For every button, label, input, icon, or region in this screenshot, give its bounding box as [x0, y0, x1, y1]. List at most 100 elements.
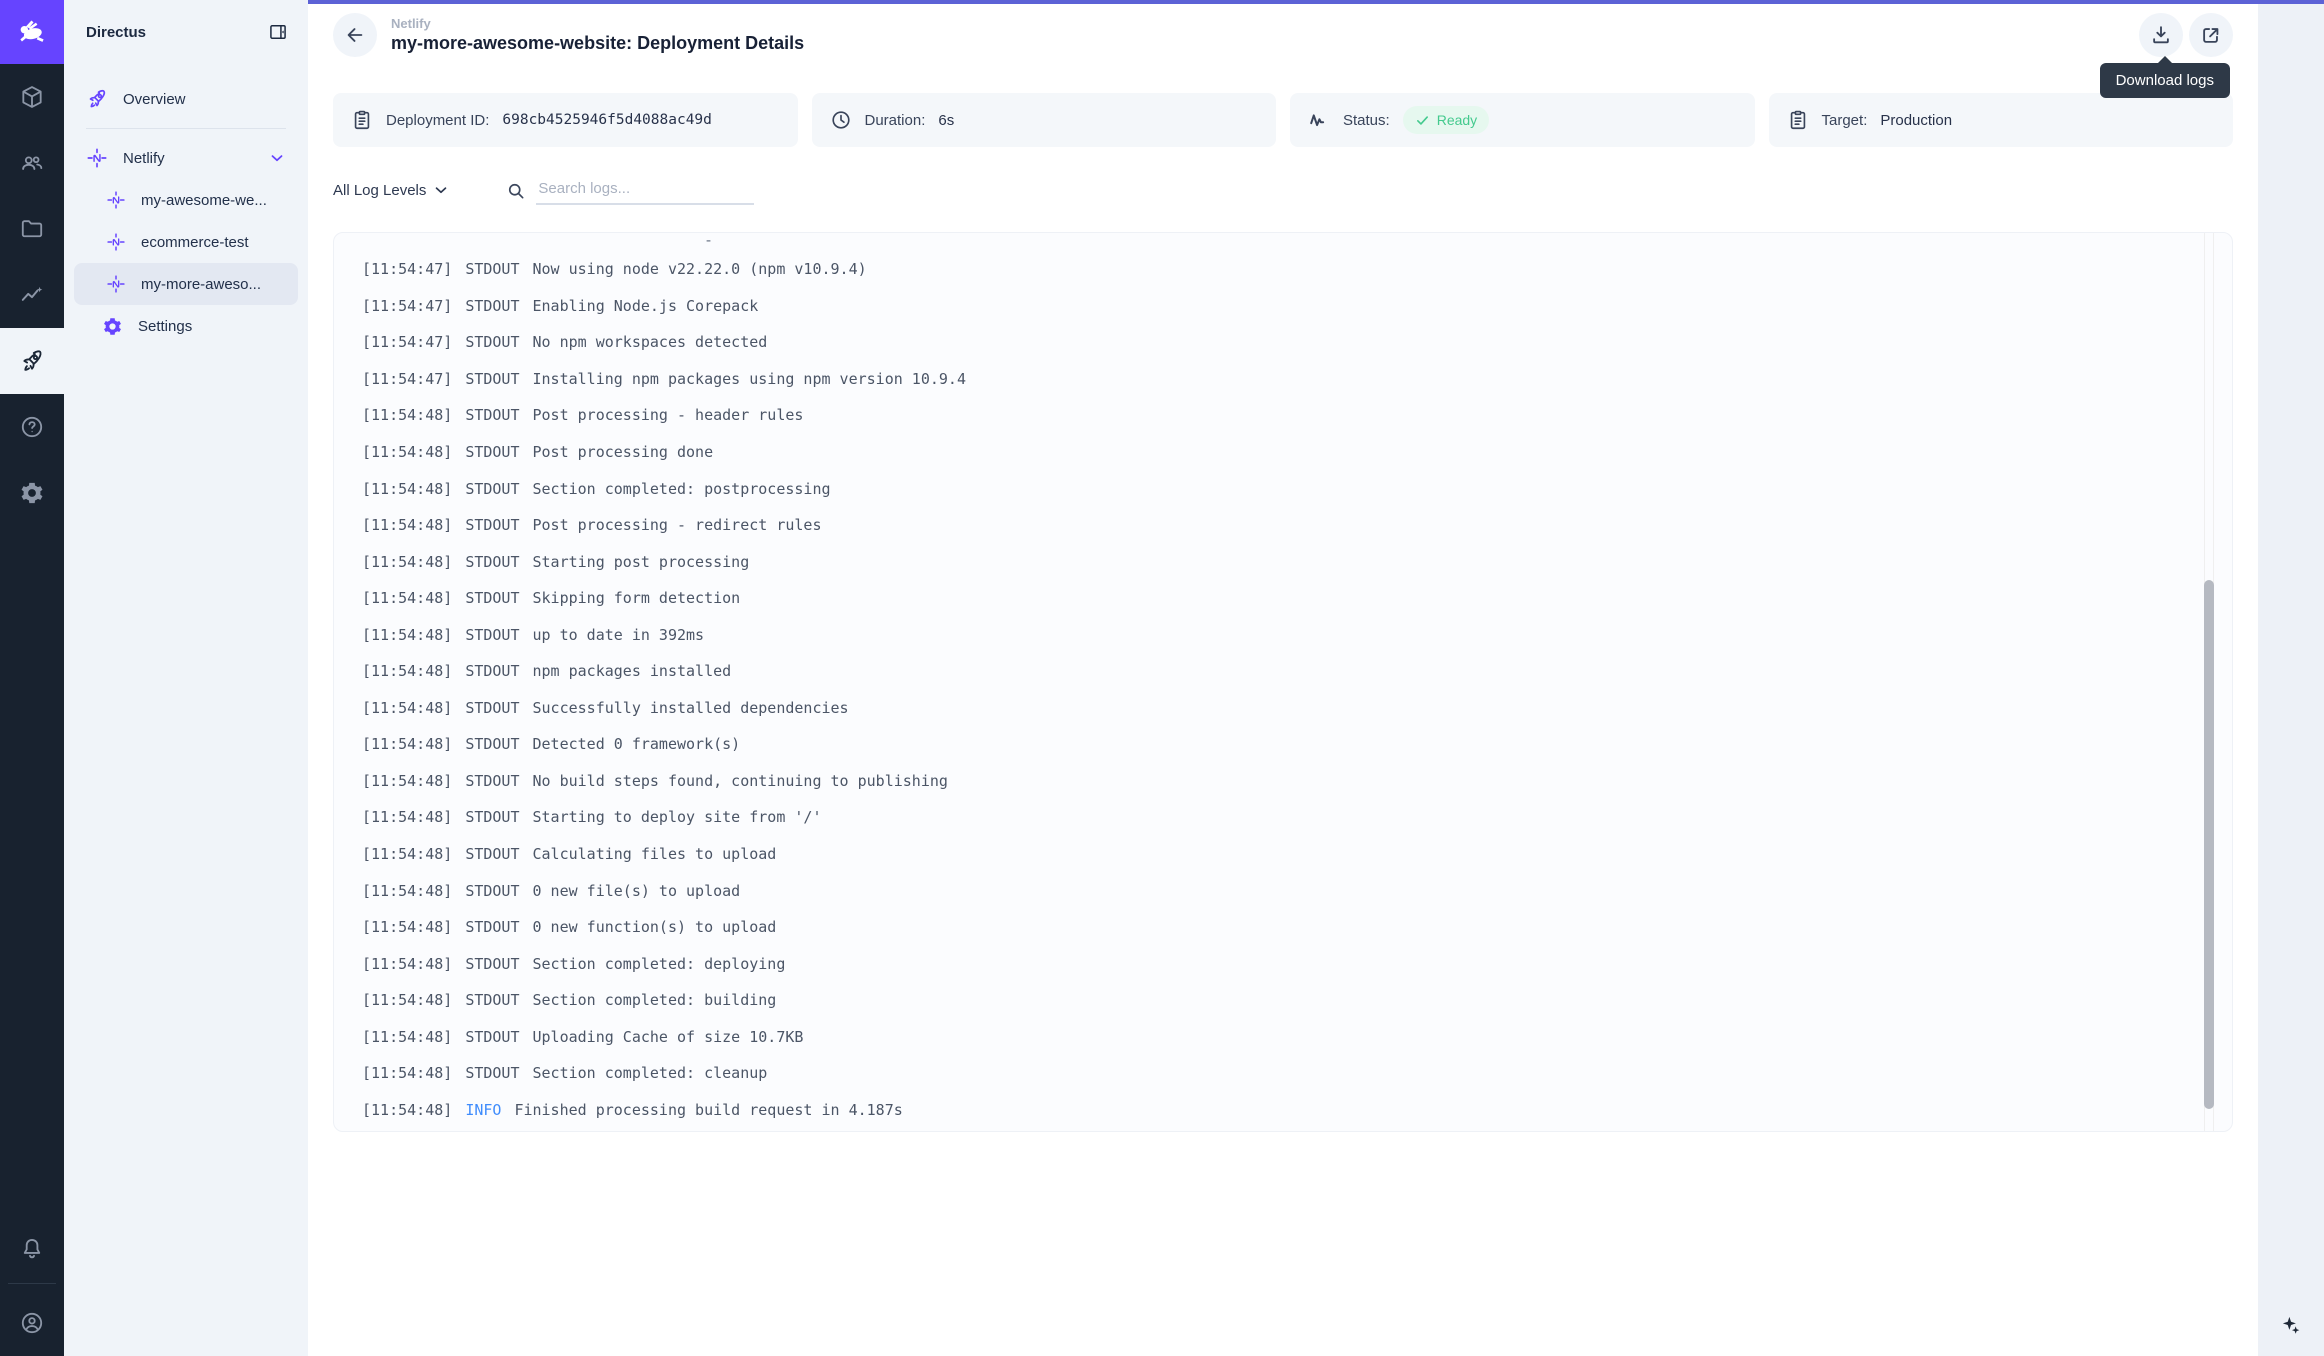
- log-timestamp: [11:54:47]: [362, 260, 452, 278]
- ai-assistant-button[interactable]: [2278, 1312, 2304, 1338]
- deployment-id-value: 698cb4525946f5d4088ac49d: [502, 112, 712, 128]
- log-timestamp: [11:54:48]: [362, 553, 452, 571]
- activity-icon: [1308, 109, 1330, 131]
- sidebar-item-overview[interactable]: Overview: [74, 78, 298, 120]
- collapse-sidebar-icon[interactable]: [268, 22, 288, 42]
- log-message: Section completed: building: [533, 991, 777, 1009]
- log-level: STDOUT: [465, 370, 519, 388]
- log-timestamp: [11:54:48]: [362, 735, 452, 753]
- search-logs-input[interactable]: [536, 176, 754, 205]
- clipboard-icon: [351, 109, 373, 131]
- module-bar-divider: [8, 1283, 56, 1284]
- sidebar-item-help[interactable]: [0, 394, 64, 460]
- log-message: npm packages installed: [533, 662, 732, 680]
- account-icon: [19, 1310, 45, 1336]
- user-menu-button[interactable]: [0, 1290, 64, 1356]
- sidebar-item-ecommerce-test[interactable]: ecommerce-test: [74, 221, 298, 263]
- log-message: Enabling Node.js Corepack: [533, 297, 759, 315]
- log-message: Section completed: cleanup: [533, 1064, 768, 1082]
- arrow-left-icon: [344, 24, 366, 46]
- log-line: [11:54:48] STDOUT Skipping form detectio…: [362, 580, 2172, 617]
- module-bar: [0, 0, 64, 1356]
- netlify-extension-icon: [86, 147, 108, 169]
- download-logs-button[interactable]: [2139, 13, 2183, 57]
- log-level: STDOUT: [465, 955, 519, 973]
- sidebar-item-label: my-more-aweso...: [141, 276, 261, 293]
- sidebar-item-label: ecommerce-test: [141, 234, 249, 251]
- status-badge-label: Ready: [1437, 112, 1477, 128]
- log-line: [11:54:48] STDOUT Section completed: cle…: [362, 1055, 2172, 1092]
- log-message: Successfully installed dependencies: [533, 699, 849, 717]
- log-message: No build steps found, continuing to publ…: [533, 772, 948, 790]
- sidebar-item-content[interactable]: [0, 64, 64, 130]
- log-line: [11:54:48] STDOUT Section completed: bui…: [362, 982, 2172, 1019]
- log-line: [11:54:48] STDOUT Starting post processi…: [362, 543, 2172, 580]
- sidebar-item-extensions[interactable]: [0, 328, 64, 394]
- directus-rabbit-icon: [15, 15, 49, 49]
- log-level: INFO: [465, 1101, 501, 1119]
- log-line: [11:54:48] STDOUT Section completed: pos…: [362, 470, 2172, 507]
- sidebar-item-netlify[interactable]: Netlify: [74, 137, 298, 179]
- log-timestamp: [11:54:48]: [362, 845, 452, 863]
- log-message: Detected 0 framework(s): [533, 735, 741, 753]
- log-timestamp: [11:54:48]: [362, 991, 452, 1009]
- chevron-down-icon[interactable]: [268, 149, 286, 167]
- log-line: [11:54:48] STDOUT up to date in 392ms: [362, 616, 2172, 653]
- card-label: Status:: [1343, 112, 1390, 129]
- sidebar-item-label: Overview: [123, 91, 186, 108]
- log-level-dropdown-label: All Log Levels: [333, 182, 426, 199]
- log-message: Section completed: postprocessing: [533, 480, 831, 498]
- sparkle-icon: [2278, 1312, 2304, 1338]
- log-level: STDOUT: [465, 553, 519, 571]
- log-level: STDOUT: [465, 1064, 519, 1082]
- open-external-button[interactable]: [2189, 13, 2233, 57]
- log-message: Section completed: deploying: [533, 955, 786, 973]
- sidebar-item-my-awesome-website[interactable]: my-awesome-we...: [74, 179, 298, 221]
- sidebar-item-my-more-awesome-website[interactable]: my-more-aweso...: [74, 263, 298, 305]
- log-message: 0 new file(s) to upload: [533, 882, 741, 900]
- back-button[interactable]: [333, 13, 377, 57]
- download-logs-tooltip: Download logs: [2100, 63, 2230, 98]
- log-timestamp: [11:54:48]: [362, 772, 452, 790]
- log-line: [11:54:48] STDOUT Starting to deploy sit…: [362, 799, 2172, 836]
- log-level: STDOUT: [465, 443, 519, 461]
- log-level: STDOUT: [465, 662, 519, 680]
- log-message: Starting post processing: [533, 553, 750, 571]
- log-message: Finished processing build request in 4.1…: [514, 1101, 902, 1119]
- log-level: STDOUT: [465, 918, 519, 936]
- log-level-dropdown[interactable]: All Log Levels: [333, 181, 450, 199]
- log-search: [506, 176, 754, 205]
- card-label: Target:: [1822, 112, 1868, 129]
- log-timestamp: [11:54:48]: [362, 1101, 452, 1119]
- log-message: Starting to deploy site from '/': [533, 808, 822, 826]
- sidebar-item-files[interactable]: [0, 196, 64, 262]
- log-scrollbar-thumb[interactable]: [2204, 580, 2214, 1109]
- sidebar-item-insights[interactable]: [0, 262, 64, 328]
- log-message: Calculating files to upload: [533, 845, 777, 863]
- header-actions: [2139, 13, 2233, 57]
- sidebar-item-settings[interactable]: [0, 460, 64, 526]
- notifications-button[interactable]: [0, 1221, 64, 1277]
- sidebar-item-users[interactable]: [0, 130, 64, 196]
- log-level: STDOUT: [465, 735, 519, 753]
- module-bar-spacer: [0, 526, 64, 1221]
- page-title: my-more-awesome-website: Deployment Deta…: [391, 33, 804, 54]
- log-line: [11:54:48] STDOUT Section completed: dep…: [362, 945, 2172, 982]
- log-level: STDOUT: [465, 808, 519, 826]
- log-output-panel: - [11:54:47] STDOUT Now using node v22.2…: [333, 232, 2233, 1132]
- log-timestamp: [11:54:48]: [362, 882, 452, 900]
- sidebar-item-label: my-awesome-we...: [141, 192, 267, 209]
- netlify-site-icon: [106, 190, 126, 210]
- right-sidebar-strip: [2258, 0, 2324, 1356]
- log-timestamp: [11:54:47]: [362, 370, 452, 388]
- log-timestamp: [11:54:48]: [362, 918, 452, 936]
- log-line: [11:54:48] STDOUT Post processing - head…: [362, 397, 2172, 434]
- log-timestamp: [11:54:48]: [362, 589, 452, 607]
- download-icon: [2150, 24, 2172, 46]
- log-line: [11:54:48] STDOUT Uploading Cache of siz…: [362, 1018, 2172, 1055]
- main-content: Netlify my-more-awesome-website: Deploym…: [308, 0, 2258, 1356]
- log-timestamp: [11:54:48]: [362, 808, 452, 826]
- sidebar-item-netlify-settings[interactable]: Settings: [74, 305, 298, 347]
- directus-logo[interactable]: [0, 0, 64, 64]
- folder-icon: [19, 216, 45, 242]
